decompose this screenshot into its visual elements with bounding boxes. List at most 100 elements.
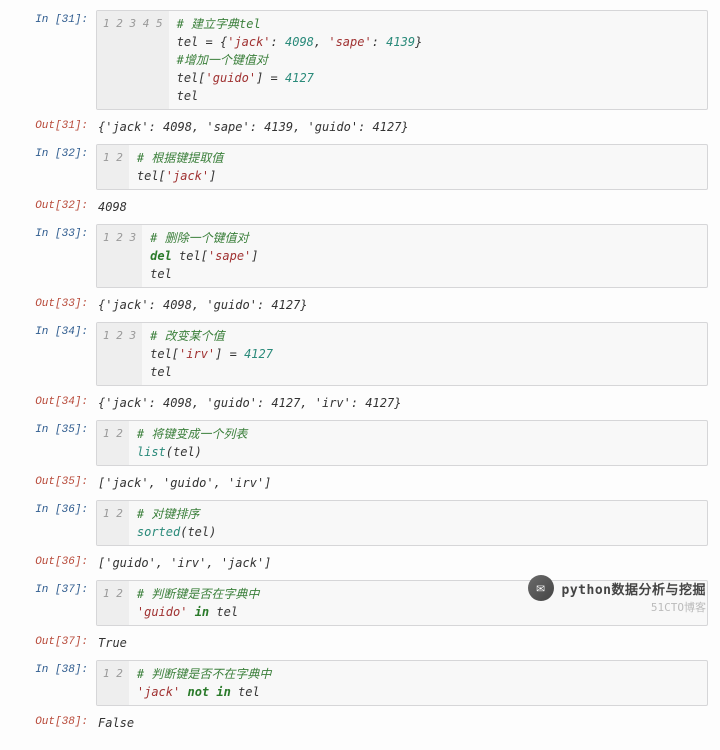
- output-cell: Out[31]:{'jack': 4098, 'sape': 4139, 'gu…: [12, 116, 708, 138]
- code-token: # 改变某个值: [150, 329, 224, 343]
- input-prompt: In [33]:: [12, 224, 96, 240]
- output-prompt: Out[33]:: [12, 294, 96, 310]
- code-token: # 将键变成一个列表: [137, 427, 247, 441]
- output-cell: Out[34]:{'jack': 4098, 'guido': 4127, 'i…: [12, 392, 708, 414]
- code-token: 'jack': [137, 685, 180, 699]
- code-token: 'sape': [328, 35, 371, 49]
- input-cell: In [31]:1 2 3 4 5# 建立字典tel tel = {'jack'…: [12, 10, 708, 110]
- input-prompt: In [31]:: [12, 10, 96, 26]
- input-cell: In [33]:1 2 3# 删除一个键值对 del tel['sape'] t…: [12, 224, 708, 288]
- output-prompt: Out[32]:: [12, 196, 96, 212]
- code-block[interactable]: # 建立字典tel tel = {'jack': 4098, 'sape': 4…: [169, 11, 431, 109]
- code-block[interactable]: # 改变某个值 tel['irv'] = 4127 tel: [142, 323, 281, 385]
- code-token: 4127: [285, 71, 314, 85]
- code-token: tel: [150, 267, 172, 281]
- output-cell: Out[36]:['guido', 'irv', 'jack']: [12, 552, 708, 574]
- line-gutter: 1 2: [97, 145, 129, 189]
- code-area[interactable]: 1 2 3 4 5# 建立字典tel tel = {'jack': 4098, …: [96, 10, 708, 110]
- code-token: 4127: [244, 347, 273, 361]
- input-cell: In [35]:1 2# 将键变成一个列表 list(tel): [12, 420, 708, 466]
- code-area[interactable]: 1 2# 对键排序 sorted(tel): [96, 500, 708, 546]
- code-token: 'jack': [227, 35, 270, 49]
- code-block[interactable]: # 根据键提取值 tel['jack']: [129, 145, 231, 189]
- code-token: [187, 605, 194, 619]
- code-token: tel: [231, 685, 260, 699]
- code-token: ,: [314, 35, 328, 49]
- output-text: True: [96, 632, 708, 654]
- output-prompt: Out[36]:: [12, 552, 96, 568]
- watermark-text: python数据分析与挖掘: [562, 579, 706, 598]
- output-text: ['guido', 'irv', 'jack']: [96, 552, 708, 574]
- input-prompt: In [32]:: [12, 144, 96, 160]
- code-token: ]: [209, 169, 216, 183]
- code-area[interactable]: 1 2 3# 改变某个值 tel['irv'] = 4127 tel: [96, 322, 708, 386]
- line-gutter: 1 2: [97, 421, 129, 465]
- code-token: tel[: [150, 347, 179, 361]
- input-cell: In [36]:1 2# 对键排序 sorted(tel): [12, 500, 708, 546]
- input-cell: In [34]:1 2 3# 改变某个值 tel['irv'] = 4127 t…: [12, 322, 708, 386]
- code-token: 'jack': [166, 169, 209, 183]
- output-text: {'jack': 4098, 'sape': 4139, 'guido': 41…: [96, 116, 708, 138]
- code-area[interactable]: 1 2# 判断键是否不在字典中 'jack' not in tel: [96, 660, 708, 706]
- output-cell: Out[38]:False: [12, 712, 708, 734]
- code-token: # 判断键是否不在字典中: [137, 667, 271, 681]
- output-text: 4098: [96, 196, 708, 218]
- code-token: :: [271, 35, 285, 49]
- input-prompt: In [38]:: [12, 660, 96, 676]
- output-prompt: Out[34]:: [12, 392, 96, 408]
- code-token: del: [150, 249, 179, 263]
- output-cell: Out[32]:4098: [12, 196, 708, 218]
- output-prompt: Out[37]:: [12, 632, 96, 648]
- code-token: ] =: [256, 71, 285, 85]
- output-prompt: Out[38]:: [12, 712, 96, 728]
- code-token: in: [195, 605, 209, 619]
- code-token: ]: [251, 249, 258, 263]
- code-token: tel = {: [177, 35, 228, 49]
- code-token: sorted: [137, 525, 180, 539]
- code-token: tel: [150, 365, 172, 379]
- input-prompt: In [37]:: [12, 580, 96, 596]
- code-token: tel: [209, 605, 238, 619]
- output-prompt: Out[35]:: [12, 472, 96, 488]
- watermark-subtext: 51CTO博客: [651, 599, 706, 615]
- code-token: (tel): [180, 525, 216, 539]
- output-text: False: [96, 712, 708, 734]
- output-prompt: Out[31]:: [12, 116, 96, 132]
- input-cell: In [38]:1 2# 判断键是否不在字典中 'jack' not in te…: [12, 660, 708, 706]
- code-block[interactable]: # 判断键是否在字典中 'guido' in tel: [129, 581, 267, 625]
- output-cell: Out[37]:True: [12, 632, 708, 654]
- code-block[interactable]: # 对键排序 sorted(tel): [129, 501, 224, 545]
- wechat-icon: ✉: [528, 575, 554, 601]
- code-token: # 建立字典tel: [177, 17, 261, 31]
- output-text: {'jack': 4098, 'guido': 4127}: [96, 294, 708, 316]
- code-token: 'sape': [208, 249, 251, 263]
- line-gutter: 1 2 3: [97, 225, 142, 287]
- code-token: # 判断键是否在字典中: [137, 587, 259, 601]
- output-cell: Out[33]:{'jack': 4098, 'guido': 4127}: [12, 294, 708, 316]
- input-cell: In [32]:1 2# 根据键提取值 tel['jack']: [12, 144, 708, 190]
- input-prompt: In [34]:: [12, 322, 96, 338]
- code-block[interactable]: # 删除一个键值对 del tel['sape'] tel: [142, 225, 266, 287]
- code-block[interactable]: # 判断键是否不在字典中 'jack' not in tel: [129, 661, 279, 705]
- code-token: tel: [177, 89, 199, 103]
- code-token: :: [372, 35, 386, 49]
- code-token: [180, 685, 187, 699]
- line-gutter: 1 2: [97, 501, 129, 545]
- line-gutter: 1 2 3 4 5: [97, 11, 169, 109]
- code-area[interactable]: 1 2 3# 删除一个键值对 del tel['sape'] tel: [96, 224, 708, 288]
- code-area[interactable]: 1 2# 根据键提取值 tel['jack']: [96, 144, 708, 190]
- input-prompt: In [35]:: [12, 420, 96, 436]
- code-block[interactable]: # 将键变成一个列表 list(tel): [129, 421, 255, 465]
- code-token: # 对键排序: [137, 507, 199, 521]
- code-token: 'guido': [206, 71, 257, 85]
- code-token: # 根据键提取值: [137, 151, 223, 165]
- code-token: # 删除一个键值对: [150, 231, 248, 245]
- code-area[interactable]: 1 2# 将键变成一个列表 list(tel): [96, 420, 708, 466]
- code-token: 4139: [386, 35, 415, 49]
- code-token: not in: [187, 685, 230, 699]
- code-token: 'irv': [179, 347, 215, 361]
- input-prompt: In [36]:: [12, 500, 96, 516]
- output-text: {'jack': 4098, 'guido': 4127, 'irv': 412…: [96, 392, 708, 414]
- output-cell: Out[35]:['jack', 'guido', 'irv']: [12, 472, 708, 494]
- output-text: ['jack', 'guido', 'irv']: [96, 472, 708, 494]
